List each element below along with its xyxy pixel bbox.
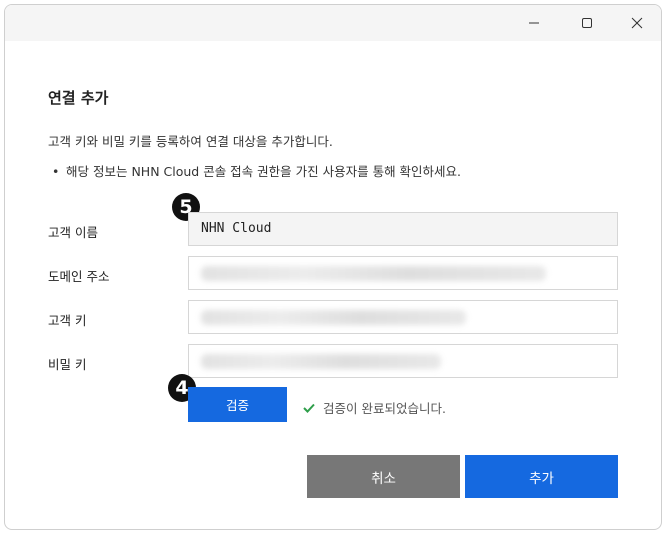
redacted-value	[201, 266, 546, 281]
dialog-window: 연결 추가 고객 키와 비밀 키를 등록하여 연결 대상을 추가합니다. • 해당…	[4, 4, 662, 530]
secret-key-field[interactable]	[188, 344, 618, 378]
domain-label: 도메인 주소	[48, 269, 110, 284]
info-note-text: 해당 정보는 NHN Cloud 콘솔 접속 권한을 가진 사용자를 통해 확인…	[66, 164, 462, 179]
customer-name-field[interactable]: NHN Cloud	[188, 212, 618, 246]
dialog-title: 연결 추가	[48, 89, 109, 107]
secret-key-label: 비밀 키	[48, 357, 87, 372]
domain-field[interactable]	[188, 256, 618, 290]
info-note: • 해당 정보는 NHN Cloud 콘솔 접속 권한을 가진 사용자를 통해 확…	[52, 161, 461, 180]
close-button[interactable]	[625, 11, 649, 35]
minimize-icon	[529, 22, 539, 24]
bullet-mark: •	[52, 164, 60, 179]
customer-name-value: NHN Cloud	[201, 221, 272, 236]
verify-button[interactable]: 검증	[188, 387, 287, 422]
minimize-button[interactable]	[522, 11, 546, 35]
checkmark-icon	[303, 403, 315, 413]
close-icon	[631, 17, 643, 29]
add-button[interactable]: 추가	[465, 455, 618, 498]
redacted-value	[201, 310, 466, 325]
title-bar	[5, 5, 661, 41]
redacted-value	[201, 354, 441, 369]
maximize-button[interactable]	[575, 11, 599, 35]
customer-key-field[interactable]	[188, 300, 618, 334]
verify-status: 검증이 완료되었습니다.	[303, 398, 446, 417]
verify-status-text: 검증이 완료되었습니다.	[323, 401, 446, 416]
customer-name-label: 고객 이름	[48, 225, 98, 240]
dialog-description: 고객 키와 비밀 키를 등록하여 연결 대상을 추가합니다.	[48, 134, 333, 149]
maximize-icon	[582, 18, 592, 28]
customer-key-label: 고객 키	[48, 313, 87, 328]
cancel-button[interactable]: 취소	[307, 455, 460, 498]
